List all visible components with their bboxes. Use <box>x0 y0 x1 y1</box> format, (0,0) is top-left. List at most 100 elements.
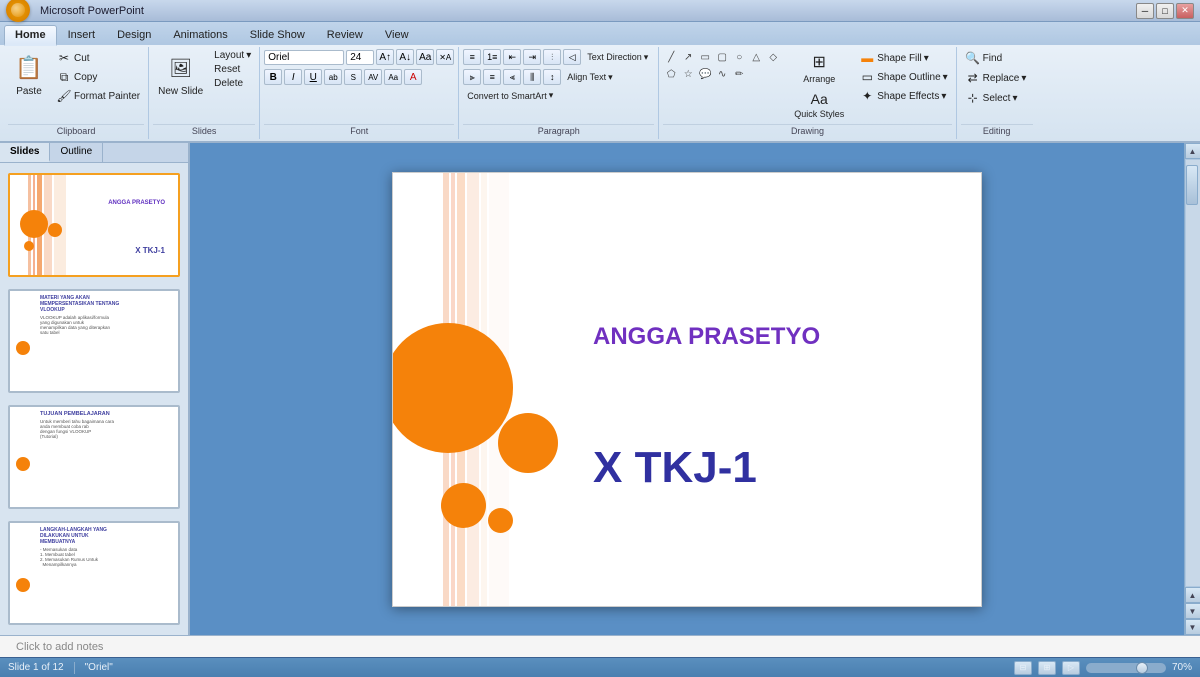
tab-design[interactable]: Design <box>106 25 162 44</box>
shadow-button[interactable]: S <box>344 69 362 85</box>
oval-shape-button[interactable]: ○ <box>731 49 747 65</box>
layout-button[interactable]: Layout ▾ <box>210 49 255 62</box>
diamond-shape-button[interactable]: ◇ <box>765 49 781 65</box>
strikethrough-button[interactable]: ab <box>324 69 342 85</box>
star-shape-button[interactable]: ☆ <box>680 66 696 82</box>
bullet-list-button[interactable]: ≡ <box>463 49 481 65</box>
paste-button[interactable]: 📋 Paste <box>8 49 50 100</box>
convert-smartart-button[interactable]: Convert to SmartArt▾ <box>463 89 557 102</box>
italic-button[interactable]: I <box>284 69 302 85</box>
rect-shape-button[interactable]: ▭ <box>697 49 713 65</box>
ribbon-group-paragraph: ≡ 1≡ ⇤ ⇥ ⫶ ◁ Text Direction▾ ⫸ ≡ ⫷ ⫼ ↕ <box>459 47 659 139</box>
slide-subtitle[interactable]: X TKJ-1 <box>593 443 961 493</box>
font-clear-button[interactable]: ✕A <box>436 49 454 65</box>
slide-circle-medium <box>498 413 558 473</box>
notes-area[interactable]: Click to add notes <box>0 635 1200 657</box>
scroll-up-small[interactable]: ▲ <box>1185 587 1200 603</box>
justify-button[interactable]: ⫼ <box>523 69 541 85</box>
font-grow-button[interactable]: A↑ <box>376 49 394 65</box>
scroll-down-button[interactable]: ▼ <box>1185 619 1200 635</box>
round-rect-button[interactable]: ▢ <box>714 49 730 65</box>
font-case-button[interactable]: Aa <box>416 49 434 65</box>
format-painter-button[interactable]: 🖌 Format Painter <box>52 87 144 105</box>
main-slide[interactable]: ANGGA PRASETYO X TKJ-1 <box>392 172 982 607</box>
cut-button[interactable]: ✂ Cut <box>52 49 144 67</box>
quick-styles-button[interactable]: Aa Quick Styles <box>789 88 849 122</box>
minimize-button[interactable]: ─ <box>1136 3 1154 19</box>
scroll-up-button[interactable]: ▲ <box>1185 143 1200 159</box>
slide-title[interactable]: ANGGA PRASETYO <box>593 323 961 351</box>
font-size-input[interactable] <box>346 50 374 65</box>
shape-outline-button[interactable]: ▭ Shape Outline▾ <box>855 68 951 86</box>
arrow-shape-button[interactable]: ↗ <box>680 49 696 65</box>
slides-label: Slides <box>153 124 255 137</box>
find-button[interactable]: 🔍 Find <box>961 49 1006 67</box>
tab-home[interactable]: Home <box>4 25 57 46</box>
office-button[interactable] <box>6 0 30 22</box>
normal-view-button[interactable]: ⊟ <box>1014 661 1032 675</box>
pentagon-shape-button[interactable]: ⬠ <box>663 66 679 82</box>
slide-content-area: ANGGA PRASETYO X TKJ-1 <box>190 143 1184 635</box>
slide-thumb-3[interactable]: 3 ✤ TUJUAN PEMBELAJARAN Untuk memberi ta… <box>8 405 180 509</box>
spacing-button[interactable]: AV <box>364 69 382 85</box>
tab-slideshow[interactable]: Slide Show <box>239 25 316 44</box>
callout-shape-button[interactable]: 💬 <box>697 66 713 82</box>
tab-review[interactable]: Review <box>316 25 374 44</box>
freeform-button[interactable]: ✏ <box>731 66 747 82</box>
underline-button[interactable]: U <box>304 69 322 85</box>
line-shape-button[interactable]: ╱ <box>663 49 679 65</box>
replace-button[interactable]: ⇄ Replace▾ <box>961 69 1031 87</box>
slides-tab-slides[interactable]: Slides <box>0 143 50 162</box>
zoom-slider[interactable] <box>1086 663 1166 673</box>
decrease-indent-button[interactable]: ⇤ <box>503 49 521 65</box>
align-right-button[interactable]: ⫷ <box>503 69 521 85</box>
font-name-input[interactable] <box>264 50 344 65</box>
slide-show-button[interactable]: ▷ <box>1062 661 1080 675</box>
zoom-thumb[interactable] <box>1136 662 1148 674</box>
close-button[interactable]: ✕ <box>1176 3 1194 19</box>
bold-button[interactable]: B <box>264 69 282 85</box>
tab-view[interactable]: View <box>374 25 420 44</box>
align-text-button[interactable]: Align Text▾ <box>563 71 616 84</box>
delete-button[interactable]: Delete <box>210 77 255 90</box>
increase-indent-button[interactable]: ⇥ <box>523 49 541 65</box>
new-slide-icon: 🖼 <box>165 52 197 84</box>
theme-name: "Oriel" <box>85 662 113 673</box>
select-button[interactable]: ⊹ Select▾ <box>961 89 1022 107</box>
notes-placeholder[interactable]: Click to add notes <box>16 641 103 653</box>
align-center-button[interactable]: ≡ <box>483 69 501 85</box>
reset-button[interactable]: Reset <box>210 63 255 76</box>
num-list-button[interactable]: 1≡ <box>483 49 501 65</box>
shape-fill-button[interactable]: ▬ Shape Fill▾ <box>855 49 951 67</box>
line-spacing-button[interactable]: ↕ <box>543 69 561 85</box>
tab-animations[interactable]: Animations <box>162 25 238 44</box>
arrange-button[interactable]: ⊞ Arrange <box>789 49 849 87</box>
ribbon: 📋 Paste ✂ Cut ⧉ Copy 🖌 Format Painter <box>0 44 1200 141</box>
align-left-button[interactable]: ⫸ <box>463 69 481 85</box>
rtl-button[interactable]: ◁ <box>563 49 581 65</box>
char-spacing-button[interactable]: Aa <box>384 69 402 85</box>
triangle-shape-button[interactable]: △ <box>748 49 764 65</box>
copy-button[interactable]: ⧉ Copy <box>52 68 144 86</box>
slide-thumb-4[interactable]: 4 ✤ LANGKAH-LANGKAH YANGDILAKUKAN UNTUKM… <box>8 521 180 625</box>
scroll-down-small[interactable]: ▼ <box>1185 603 1200 619</box>
fill-icon: ▬ <box>859 50 875 66</box>
slide-thumb-2[interactable]: 2 ✤ MATERI YANG AKANMEMPERSENTASIKAN TEN… <box>8 289 180 393</box>
font-shrink-button[interactable]: A↓ <box>396 49 414 65</box>
maximize-button[interactable]: □ <box>1156 3 1174 19</box>
scissors-icon: ✂ <box>56 50 72 66</box>
new-slide-button[interactable]: 🖼 New Slide <box>153 49 208 100</box>
cols-button[interactable]: ⫶ <box>543 49 561 65</box>
ribbon-group-clipboard: 📋 Paste ✂ Cut ⧉ Copy 🖌 Format Painter <box>4 47 149 139</box>
replace-icon: ⇄ <box>965 70 981 86</box>
font-color-button[interactable]: A <box>404 69 422 85</box>
slides-tab-outline[interactable]: Outline <box>50 143 103 162</box>
scroll-thumb[interactable] <box>1186 165 1198 205</box>
slide-sorter-button[interactable]: ⊞ <box>1038 661 1056 675</box>
scroll-track[interactable] <box>1186 160 1200 586</box>
slide-thumb-1[interactable]: 1 ANGGA PRASETYO X TKJ-1 <box>8 173 180 277</box>
shape-effects-button[interactable]: ✦ Shape Effects▾ <box>855 87 951 105</box>
tab-insert[interactable]: Insert <box>57 25 107 44</box>
curve-shape-button[interactable]: ∿ <box>714 66 730 82</box>
text-direction-button[interactable]: Text Direction▾ <box>583 51 652 64</box>
